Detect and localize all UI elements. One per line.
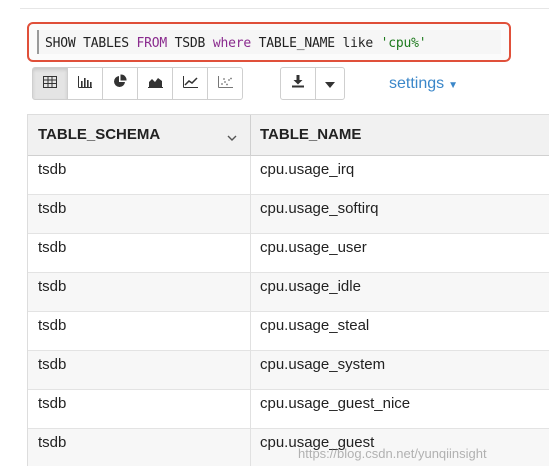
column-divider[interactable] — [250, 115, 251, 156]
area-chart-icon — [147, 75, 163, 93]
column-header-table-name[interactable]: TABLE_NAME — [260, 115, 361, 155]
cell-table-name: cpu.usage_system — [260, 356, 386, 373]
column-divider — [250, 195, 251, 234]
query-editor[interactable]: SHOW TABLES FROM TSDB where TABLE_NAME l… — [37, 30, 501, 54]
cell-table-name: cpu.usage_softirq — [260, 200, 379, 217]
cell-table-schema: tsdb — [38, 278, 67, 295]
table-row: tsdb cpu.usage_system — [28, 351, 549, 390]
download-button-group — [280, 67, 345, 102]
settings-label: settings — [389, 75, 445, 92]
table-view-button[interactable] — [32, 67, 68, 100]
cell-table-name: cpu.usage_user — [260, 239, 367, 256]
area-chart-button[interactable] — [137, 67, 173, 100]
cell-table-name: cpu.usage_guest_nice — [260, 395, 411, 412]
cell-table-schema: tsdb — [38, 200, 67, 217]
cell-table-schema: tsdb — [38, 317, 67, 334]
table-row: tsdb cpu.usage_steal — [28, 312, 549, 351]
table-row: tsdb cpu.usage_user — [28, 234, 549, 273]
cell-table-name: cpu.usage_irq — [260, 161, 355, 178]
cell-table-name: cpu.usage_idle — [260, 278, 361, 295]
watermark: https://blog.csdn.net/yunqiinsight — [298, 446, 487, 461]
cell-table-schema: tsdb — [38, 356, 67, 373]
query-token: TSDB — [167, 36, 213, 51]
download-dropdown-button[interactable] — [315, 67, 345, 100]
column-divider — [250, 390, 251, 429]
pie-chart-button[interactable] — [102, 67, 138, 100]
cell-table-name: cpu.usage_steal — [260, 317, 370, 334]
query-token: TABLE_NAME like — [250, 36, 381, 51]
query-text: SHOW TABLES FROM TSDB where TABLE_NAME l… — [45, 36, 427, 51]
column-divider — [250, 273, 251, 312]
settings-menu[interactable]: settings ▼ — [389, 75, 458, 93]
caret-down-icon — [325, 75, 335, 93]
line-chart-button[interactable] — [172, 67, 208, 100]
column-divider — [250, 234, 251, 273]
bar-chart-icon — [78, 75, 92, 93]
download-button[interactable] — [280, 67, 316, 100]
chevron-down-icon[interactable] — [227, 129, 237, 147]
column-header-table-schema[interactable]: TABLE_SCHEMA — [38, 115, 160, 155]
bar-chart-button[interactable] — [67, 67, 103, 100]
table-row: tsdb cpu.usage_irq — [28, 156, 549, 195]
column-divider — [250, 312, 251, 351]
query-token: FROM — [136, 36, 168, 51]
view-button-group — [32, 67, 243, 102]
cell-table-schema: tsdb — [38, 161, 67, 178]
results-table: TABLE_SCHEMA TABLE_NAME tsdb cpu.usage_ir… — [27, 114, 549, 466]
table-row: tsdb cpu.usage_guest_nice — [28, 390, 549, 429]
column-divider — [250, 156, 251, 195]
cell-table-schema: tsdb — [38, 395, 67, 412]
top-divider — [20, 8, 549, 9]
cell-table-schema: tsdb — [38, 239, 67, 256]
query-token: 'cpu%' — [380, 36, 427, 51]
table-row: tsdb cpu.usage_idle — [28, 273, 549, 312]
line-chart-icon — [182, 75, 198, 93]
download-icon — [291, 74, 305, 93]
pie-chart-icon — [113, 74, 127, 93]
query-token: where — [212, 36, 251, 51]
column-divider — [250, 429, 251, 466]
cell-table-schema: tsdb — [38, 434, 67, 451]
table-row: tsdb cpu.usage_softirq — [28, 195, 549, 234]
scatter-chart-button[interactable] — [207, 67, 243, 100]
query-token: SHOW TABLES — [45, 36, 137, 51]
table-header: TABLE_SCHEMA TABLE_NAME — [28, 114, 549, 156]
query-highlight-box: SHOW TABLES FROM TSDB where TABLE_NAME l… — [27, 22, 511, 62]
scatter-chart-icon — [217, 75, 233, 93]
table-icon — [43, 75, 57, 93]
settings-caret-icon: ▼ — [448, 80, 459, 91]
column-divider — [250, 351, 251, 390]
